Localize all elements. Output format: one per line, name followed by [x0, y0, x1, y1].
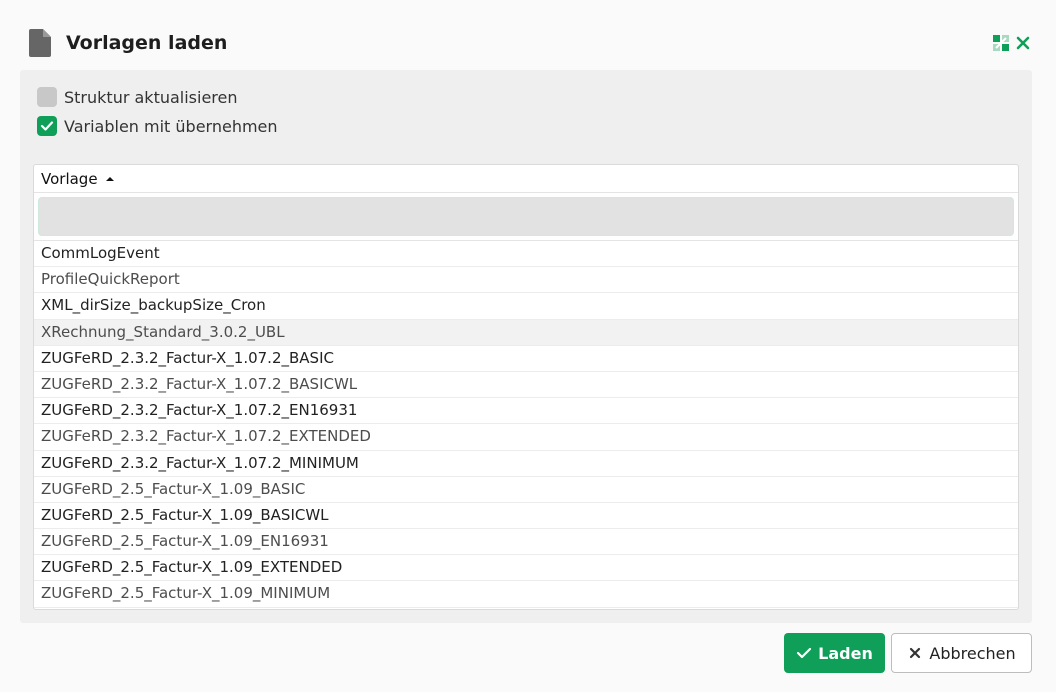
list-item[interactable]: ZUGFeRD_2.5_Factur-X_1.09_EN16931 — [34, 529, 1018, 556]
load-button-label: Laden — [818, 643, 873, 663]
option-label: Variablen mit übernehmen — [64, 116, 278, 136]
file-icon — [29, 29, 51, 57]
list-item[interactable]: ZUGFeRD_2.3.2_Factur-X_1.07.2_EXTENDED — [34, 424, 1018, 451]
column-header-template[interactable]: Vorlage — [34, 165, 1018, 193]
list-item[interactable]: ProfileQuickReport — [34, 267, 1018, 294]
column-header-label: Vorlage — [41, 169, 98, 188]
close-icon — [910, 647, 921, 659]
dialog-header: Vorlagen laden — [0, 0, 1056, 70]
list-item[interactable]: CommLogEvent — [34, 241, 1018, 268]
sort-ascending-icon — [105, 176, 114, 181]
cancel-button-label: Abbrechen — [929, 643, 1016, 663]
dialog-content: Struktur aktualisieren Variablen mit übe… — [20, 70, 1032, 623]
expand-icon[interactable] — [993, 35, 1009, 51]
list-item[interactable]: ZUGFeRD_2.3.2_Factur-X_1.07.2_BASIC — [34, 346, 1018, 372]
close-icon[interactable] — [1015, 34, 1031, 52]
list-item[interactable]: XML_dirSize_backupSize_Cron — [34, 293, 1018, 320]
cancel-button[interactable]: Abbrechen — [891, 633, 1032, 673]
check-icon — [40, 121, 54, 131]
list-item[interactable]: ZUGFeRD_2.5_Factur-X_1.09_BASICWL — [34, 503, 1018, 530]
list-item[interactable]: ZUGFeRD_2.5_Factur-X_1.09_BASIC — [34, 477, 1018, 503]
load-button[interactable]: Laden — [784, 633, 885, 673]
list-item[interactable]: ZUGFeRD_2.5_Factur-X_1.09_EXTENDED — [34, 555, 1018, 582]
checkbox-checked[interactable] — [37, 116, 57, 136]
list-item[interactable]: XRechnung_Standard_3.0.2_UBL — [34, 319, 1018, 346]
dialog-title: Vorlagen laden — [66, 32, 228, 54]
option-label: Struktur aktualisieren — [64, 87, 238, 107]
filter-row — [34, 193, 1018, 241]
list-item[interactable]: ZUGFeRD_2.3.2_Factur-X_1.07.2_BASICWL — [34, 372, 1018, 399]
option-update-structure[interactable]: Struktur aktualisieren — [37, 86, 238, 108]
list-item[interactable]: ZUGFeRD_2.3.2_Factur-X_1.07.2_MINIMUM — [34, 451, 1018, 477]
load-templates-dialog: Vorlagen laden Struktur aktualisieren Va… — [0, 0, 1056, 692]
template-grid: Vorlage CommLogEvent ProfileQuickReport … — [33, 164, 1019, 610]
list-item[interactable]: ZUGFeRD_2.5_Factur-X_1.09_MINIMUM — [34, 581, 1018, 608]
list-item[interactable]: ZUGFeRD_2.3.2_Factur-X_1.07.2_EN16931 — [34, 398, 1018, 425]
check-icon — [797, 647, 812, 659]
option-include-variables[interactable]: Variablen mit übernehmen — [37, 115, 278, 137]
filter-input[interactable] — [38, 197, 1014, 236]
checkbox-unchecked[interactable] — [37, 87, 57, 107]
